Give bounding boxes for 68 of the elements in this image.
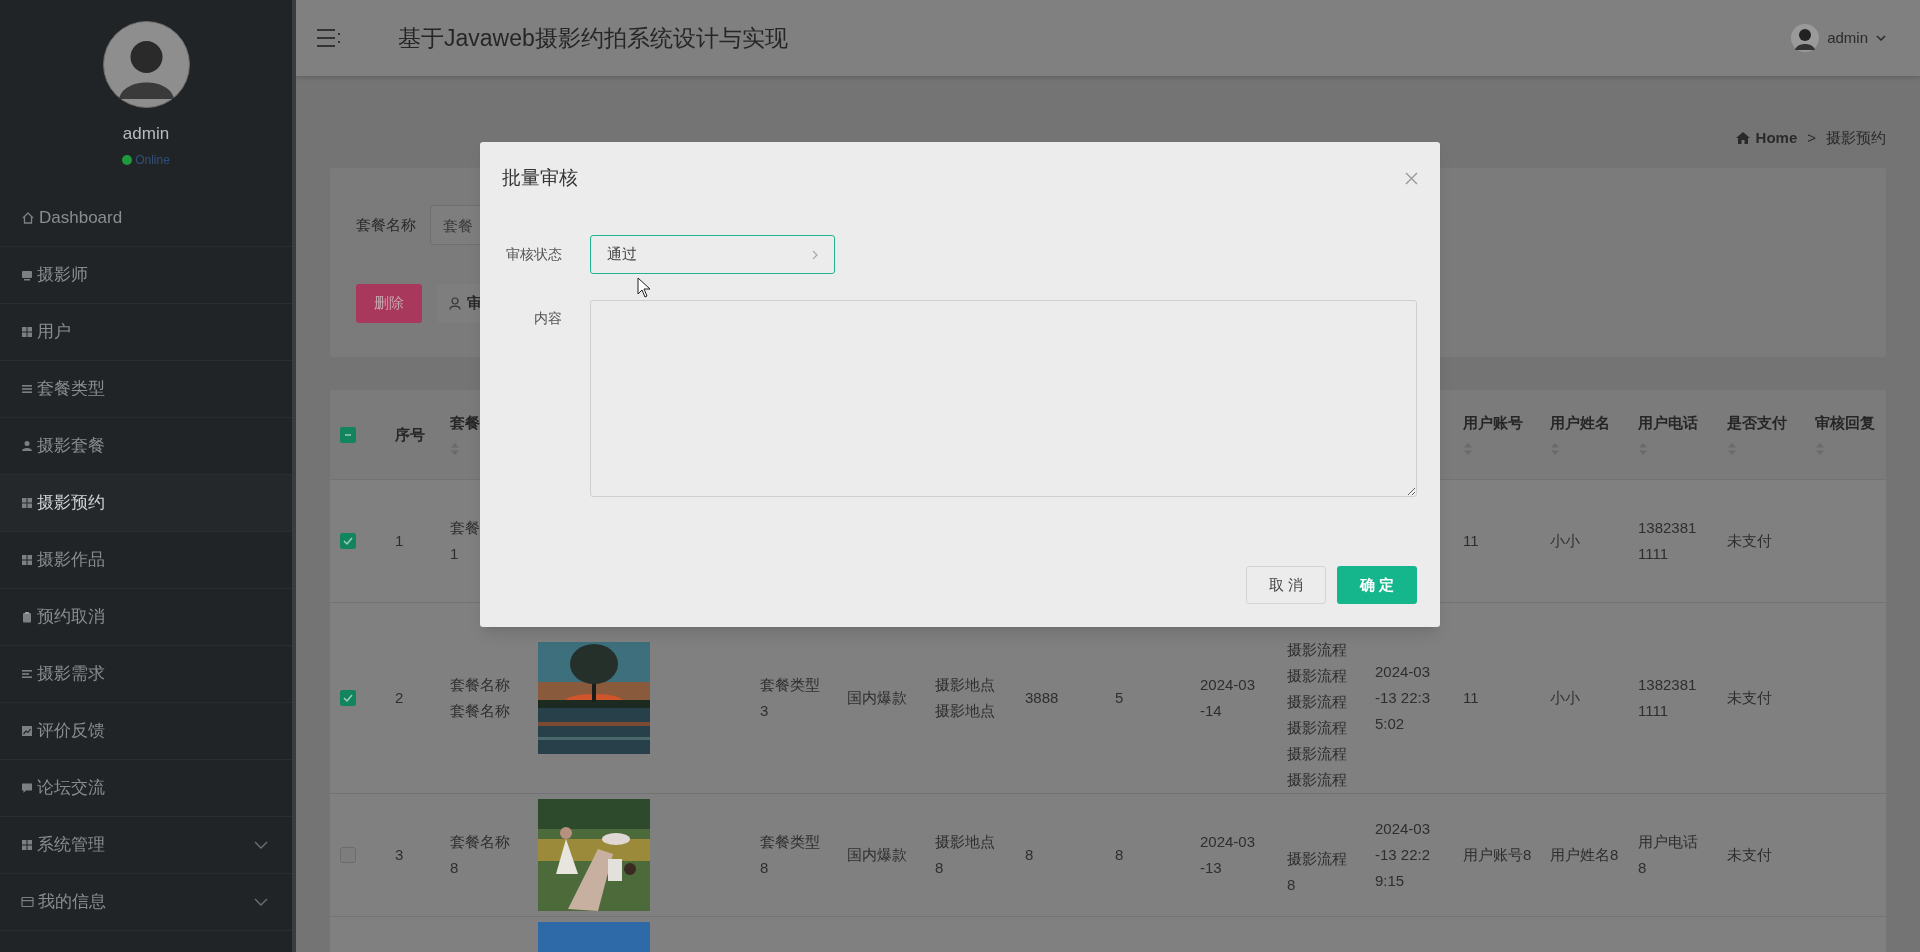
breadcrumb-separator: > (1807, 127, 1816, 148)
sidebar-item[interactable]: 论坛交流 (0, 760, 292, 817)
table-cell-text: 2024-03-14 (1200, 675, 1257, 721)
table-cell-text: 13823811111 (1638, 518, 1698, 564)
table-cell-text: 用户电话8 (1638, 832, 1699, 878)
table-cell-text: 国内爆款 (847, 845, 907, 865)
table-cell-text: 11 (1463, 688, 1479, 708)
table-cell-text: 未支付 (1727, 845, 1772, 865)
sidebar-item[interactable]: 预约取消 (0, 589, 292, 646)
table-cell-text: 小小 (1550, 688, 1580, 708)
table-cell-text: 未支付 (1727, 531, 1772, 551)
column-header: 序号 (395, 425, 426, 444)
table-cell-text: 2024-03-13 22:35:02 (1375, 662, 1432, 734)
field-label: 审核状态 (505, 245, 563, 264)
table-cell-text: 5 (1115, 688, 1124, 708)
sidebar-item[interactable]: 摄影预约 (0, 475, 292, 532)
page-title: 基于Javaweb摄影约拍系统设计与实现 (398, 23, 788, 53)
table-cell-text: 2 (395, 688, 404, 708)
table-cell-text: 摄影地点摄影地点 (935, 675, 996, 721)
table-cell-text: 套餐 1 (450, 518, 481, 564)
table-cell-text: 11 (1463, 531, 1479, 551)
table-cell-text: 3888 (1025, 688, 1059, 708)
breadcrumb-link[interactable]: Home (1735, 126, 1798, 150)
dialog-button[interactable]: 确 定 (1337, 566, 1417, 604)
column-header: 是否支付 (1727, 413, 1788, 432)
table-cell-text: 1 (395, 531, 404, 551)
sidebar-item[interactable]: 摄影师 (0, 247, 292, 304)
sidebar-item[interactable]: 评价反馈 (0, 703, 292, 760)
sidebar-item[interactable]: 摄影作品 (0, 532, 292, 589)
table-cell-text: 小小 (1550, 531, 1580, 551)
column-header: 用户账号 (1463, 413, 1524, 432)
table-cell-text: 摄影流程摄影流程摄影流程摄影流程摄影流程摄影流程 (1287, 640, 1348, 790)
table-cell-text: 套餐类型3 (760, 675, 821, 721)
field-label: 套餐名称 (356, 214, 416, 235)
table-cell-text: 套餐名称套餐名称 (450, 675, 511, 721)
column-header: 套餐 (450, 413, 481, 432)
table-cell-text: 用户账号8 (1463, 845, 1532, 865)
table-cell-text: 套餐类型8 (760, 832, 821, 878)
sidebar-item[interactable]: 用户 (0, 304, 292, 361)
breadcrumb-current: 摄影预约 (1826, 127, 1886, 148)
user-menu[interactable]: admin (1791, 24, 1886, 52)
action-button[interactable]: 删除 (356, 284, 422, 323)
column-header: 用户姓名 (1550, 413, 1611, 432)
table-cell-text: 2024-03-13 (1200, 832, 1257, 878)
sidebar-item[interactable]: 我的信息 (0, 874, 292, 931)
column-header: 审核回复 (1815, 413, 1876, 432)
table-cell-text: 用户姓名8 (1550, 845, 1619, 865)
table-cell-text: 8 (1025, 845, 1034, 865)
sidebar-item[interactable]: 套餐类型 (0, 361, 292, 418)
modal-title: 批量审核 (502, 165, 578, 190)
table-cell-text: 2024-03-13 22:29:15 (1375, 819, 1432, 891)
sidebar-item[interactable]: Dashboard (0, 190, 292, 247)
sidebar-item[interactable]: 摄影需求 (0, 646, 292, 703)
table-cell-text: 8 (1115, 845, 1124, 865)
field-label: 内容 (533, 309, 563, 328)
table-cell-text: 3 (395, 845, 404, 865)
table-cell-text: 13823811111 (1638, 675, 1698, 721)
table-cell-text: 摄影流程8 (1287, 849, 1348, 895)
column-header: 用户电话 (1638, 413, 1699, 432)
table-cell-text: 套餐名称8 (450, 832, 511, 878)
user-name: admin (122, 124, 170, 144)
dialog-button[interactable]: 取 消 (1246, 566, 1326, 604)
status-text: Online (135, 153, 170, 167)
table-cell-text: 摄影地点8 (935, 832, 996, 878)
select-field[interactable]: 通过 (590, 235, 835, 274)
sidebar-item[interactable]: 系统管理 (0, 817, 292, 874)
table-cell-text: 未支付 (1727, 688, 1772, 708)
table-cell-text: 国内爆款 (847, 688, 907, 708)
